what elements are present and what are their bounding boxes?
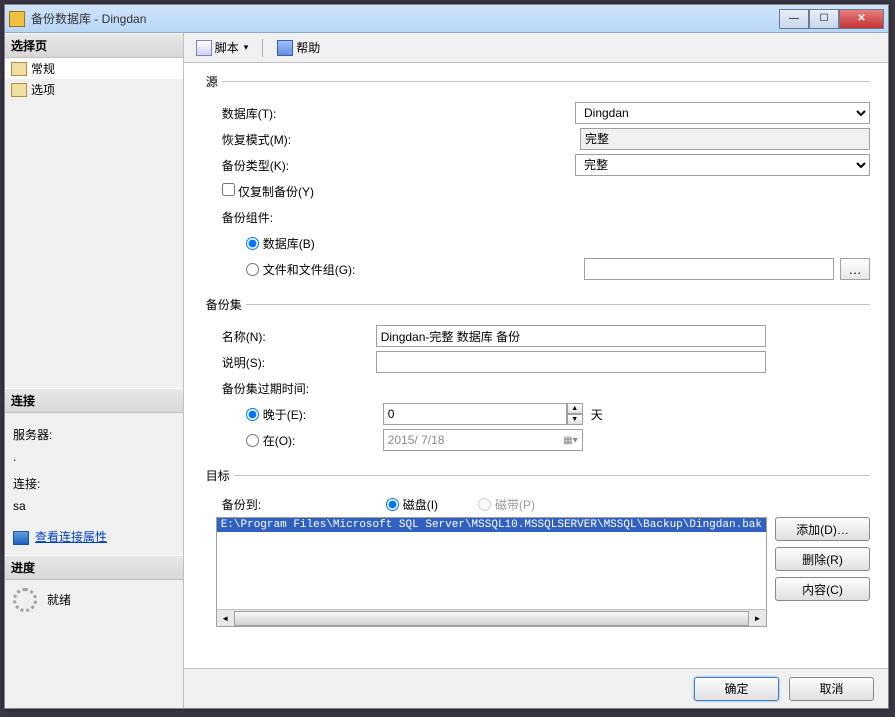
component-db-radio[interactable]	[246, 237, 259, 250]
page-icon	[11, 62, 27, 76]
tape-label: 磁带(P)	[495, 496, 535, 513]
content-area: 源 数据库(T): Dingdan 恢复模式(M): 完整	[184, 63, 888, 668]
filegroup-input	[584, 258, 834, 280]
help-button[interactable]: 帮助	[273, 37, 324, 58]
toolbar: 脚本 帮助	[184, 33, 888, 63]
connection-icon	[13, 531, 29, 545]
expire-days-input[interactable]	[383, 403, 567, 425]
toolbar-separator	[262, 39, 263, 57]
conn-value: sa	[13, 496, 175, 518]
main-panel: 脚本 帮助 源 数据库(T): Dingdan	[184, 33, 888, 708]
dialog-window: 备份数据库 - Dingdan 选择页 常规 选项 连接 服务器:	[4, 4, 889, 709]
component-label: 备份组件:	[216, 209, 376, 226]
expire-date-value: 2015/ 7/18	[388, 433, 445, 447]
minimize-button[interactable]	[779, 9, 809, 29]
window-title: 备份数据库 - Dingdan	[31, 10, 779, 27]
copy-only-row: 仅复制备份(Y)	[216, 183, 376, 200]
backup-type-select[interactable]: 完整	[575, 154, 870, 176]
expire-on-radio[interactable]	[246, 434, 259, 447]
expire-on-label: 在(O):	[263, 432, 383, 449]
sidebar-pages-header: 选择页	[5, 33, 183, 58]
help-icon	[277, 40, 293, 56]
sidebar-item-label: 常规	[31, 60, 55, 77]
expire-days-spinner[interactable]: ▲ ▼	[383, 403, 583, 425]
expire-unit: 天	[591, 406, 603, 423]
set-name-input[interactable]	[376, 325, 766, 347]
tape-option: 磁带(P)	[478, 496, 535, 513]
backup-set-group: 备份集 名称(N): 说明(S): 备份集过期时间:	[202, 296, 870, 461]
database-select[interactable]: Dingdan	[575, 102, 870, 124]
destination-legend: 目标	[202, 467, 234, 484]
remove-button[interactable]: 删除(R)	[775, 547, 870, 571]
sidebar-spacer	[5, 620, 183, 708]
app-icon	[9, 11, 25, 27]
conn-label: 连接:	[13, 474, 175, 496]
destination-buttons: 添加(D)… 删除(R) 内容(C)	[775, 517, 870, 627]
add-button[interactable]: 添加(D)…	[775, 517, 870, 541]
backup-to-label: 备份到:	[216, 496, 386, 513]
set-name-label: 名称(N):	[216, 328, 376, 345]
copy-only-checkbox[interactable]	[222, 183, 235, 196]
sidebar-item-label: 选项	[31, 81, 55, 98]
spinner-up-icon[interactable]: ▲	[567, 403, 583, 414]
script-icon	[196, 40, 212, 56]
source-legend: 源	[202, 73, 222, 90]
horizontal-scrollbar[interactable]	[217, 609, 766, 626]
progress-spinner-icon	[13, 588, 37, 612]
filegroup-browse-button[interactable]: …	[840, 258, 870, 280]
sidebar-page-list: 常规 选项	[5, 58, 183, 388]
titlebar: 备份数据库 - Dingdan	[5, 5, 888, 33]
disk-radio[interactable]	[386, 498, 399, 511]
recovery-value: 完整	[580, 128, 870, 150]
disk-label: 磁盘(I)	[403, 496, 438, 513]
sidebar-conn-header: 连接	[5, 388, 183, 413]
server-value: .	[13, 447, 175, 469]
calendar-icon: ▦▾	[563, 435, 577, 446]
set-desc-label: 说明(S):	[216, 354, 376, 371]
script-label: 脚本	[215, 39, 239, 56]
destination-listbox[interactable]: E:\Program Files\Microsoft SQL Server\MS…	[216, 517, 767, 627]
close-button[interactable]	[839, 9, 884, 29]
component-fg-label: 文件和文件组(G):	[263, 261, 356, 278]
progress-status: 就绪	[47, 591, 71, 608]
sidebar-item-general[interactable]: 常规	[5, 58, 183, 79]
cancel-button[interactable]: 取消	[789, 677, 874, 701]
ok-button[interactable]: 确定	[694, 677, 779, 701]
sidebar-item-options[interactable]: 选项	[5, 79, 183, 100]
connection-panel: 服务器: . 连接: sa 查看连接属性	[5, 413, 183, 555]
expire-label: 备份集过期时间:	[216, 380, 376, 397]
server-label: 服务器:	[13, 425, 175, 447]
expire-after-radio[interactable]	[246, 408, 259, 421]
maximize-button[interactable]	[809, 9, 839, 29]
tape-radio	[478, 498, 491, 511]
page-icon	[11, 83, 27, 97]
view-connection-props[interactable]: 查看连接属性	[13, 527, 175, 549]
contents-button[interactable]: 内容(C)	[775, 577, 870, 601]
dialog-body: 选择页 常规 选项 连接 服务器: . 连接: sa 查看连接属	[5, 33, 888, 708]
destination-path-item[interactable]: E:\Program Files\Microsoft SQL Server\MS…	[217, 518, 766, 532]
source-group: 源 数据库(T): Dingdan 恢复模式(M): 完整	[202, 73, 870, 290]
set-desc-input[interactable]	[376, 351, 766, 373]
disk-option[interactable]: 磁盘(I)	[386, 496, 438, 513]
window-buttons	[779, 9, 884, 29]
destination-group: 目标 备份到: 磁盘(I) 磁带(P)	[202, 467, 870, 633]
help-label: 帮助	[296, 39, 320, 56]
expire-date-picker[interactable]: 2015/ 7/18 ▦▾	[383, 429, 583, 451]
backup-type-label: 备份类型(K):	[216, 157, 376, 174]
sidebar-progress-header: 进度	[5, 555, 183, 580]
copy-only-label: 仅复制备份(Y)	[238, 185, 314, 199]
backup-set-legend: 备份集	[202, 296, 246, 313]
progress-panel: 就绪	[5, 580, 183, 620]
database-label: 数据库(T):	[216, 105, 376, 122]
recovery-label: 恢复模式(M):	[216, 131, 376, 148]
expire-after-label: 晚于(E):	[263, 406, 383, 423]
scrollbar-thumb[interactable]	[234, 611, 749, 626]
script-button[interactable]: 脚本	[192, 37, 253, 58]
view-props-link[interactable]: 查看连接属性	[35, 527, 107, 549]
component-fg-radio[interactable]	[246, 263, 259, 276]
spinner-down-icon[interactable]: ▼	[567, 414, 583, 425]
component-db-label: 数据库(B)	[263, 235, 315, 252]
sidebar: 选择页 常规 选项 连接 服务器: . 连接: sa 查看连接属	[5, 33, 184, 708]
dialog-footer: 确定 取消	[184, 668, 888, 708]
